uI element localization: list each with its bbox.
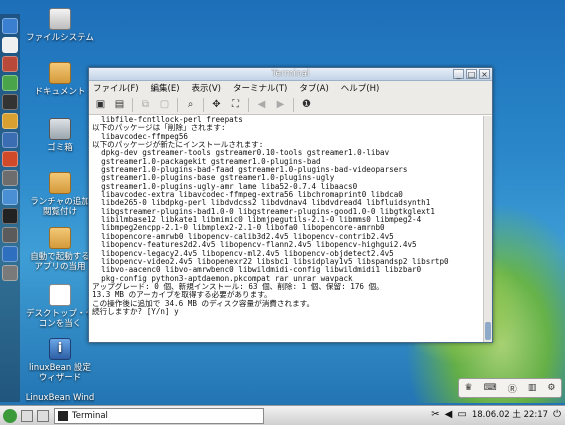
desktop-icon-label: デスクトップ・セ コンを当く xyxy=(25,309,94,329)
toolbar-separator xyxy=(177,97,178,112)
paint-icon[interactable] xyxy=(2,113,18,129)
settings-icon[interactable]: ⚙ xyxy=(547,383,555,393)
tools-icon[interactable]: ✂ xyxy=(431,409,439,420)
menu-help[interactable]: ヘルプ(H) xyxy=(341,82,380,94)
desktop-icon-launcher[interactable]: ランチャの追加 閲覧付け xyxy=(25,172,95,217)
ime-mode-icon[interactable]: ▥ xyxy=(528,383,537,393)
menu-tabs[interactable]: タブ(A) xyxy=(299,82,328,94)
left-dock xyxy=(0,14,20,402)
new-window-icon[interactable]: ▤ xyxy=(113,98,126,111)
previous-tab-icon[interactable]: ◀ xyxy=(255,98,268,111)
window-title: Terminal xyxy=(271,69,310,79)
input-method-icon[interactable]: Ⓡ xyxy=(508,382,517,395)
app-icon[interactable] xyxy=(2,75,18,91)
keyboard-icon[interactable]: ⌨ xyxy=(484,383,497,393)
terminal-icon[interactable] xyxy=(2,208,18,224)
desktop-icon-window[interactable]: LinuxBean Wind xyxy=(25,393,95,403)
menu-view[interactable]: 表示(V) xyxy=(192,82,221,94)
terminal-line: 続行しますか? [Y/n] y xyxy=(92,306,179,316)
toolbar-separator xyxy=(248,97,249,112)
desktop-icon-documents[interactable]: ドキュメント xyxy=(25,62,95,97)
toolbar: ▣ ▤ ⧉ ▢ ⌕ ✥ ⛶ ◀ ▶ ❶ xyxy=(89,95,492,115)
toolbar-separator xyxy=(293,97,294,112)
terminal-output[interactable]: libfile-fcntllock-perl freepats 以下のパッケージは… xyxy=(89,116,483,342)
media-icon[interactable] xyxy=(2,94,18,110)
system-tray: ✂ ◀ ▭ 18.06.02 土 22:17 ⏻ xyxy=(431,408,561,421)
logout-icon[interactable]: ⏻ xyxy=(553,409,561,420)
start-menu-icon[interactable] xyxy=(3,408,17,423)
desktop-icon-wizard[interactable]: i linuxBean 設定 ウィザード xyxy=(25,338,95,383)
document-icon[interactable] xyxy=(2,37,18,53)
taskbar-item-terminal[interactable]: Terminal xyxy=(54,407,264,424)
tray-applet-box: ♛ ⌨ Ⓡ ▥ ⚙ xyxy=(458,378,562,398)
folder-icon xyxy=(49,172,71,194)
window-list-icon[interactable] xyxy=(37,409,49,422)
taskbar: Terminal ✂ ◀ ▭ 18.06.02 土 22:17 ⏻ xyxy=(0,405,565,425)
menu-terminal[interactable]: ターミナル(T) xyxy=(233,82,287,94)
fullscreen-icon[interactable]: ⛶ xyxy=(229,98,242,111)
desktop-icon-desktop-settings[interactable]: デスクトップ・セ コンを当く xyxy=(25,284,95,329)
next-tab-icon[interactable]: ▶ xyxy=(274,98,287,111)
preferences-icon[interactable]: ✥ xyxy=(210,98,223,111)
printer-icon[interactable] xyxy=(2,265,18,281)
drive-icon xyxy=(49,8,71,30)
desktop-icon-autostart[interactable]: 自動で起動する アプリの当用 xyxy=(25,227,95,272)
paste-icon[interactable]: ▢ xyxy=(158,98,171,111)
system-icon[interactable] xyxy=(2,227,18,243)
pen-icon[interactable] xyxy=(2,56,18,72)
search-icon[interactable]: ⌕ xyxy=(184,98,197,111)
desktop-icon-label: LinuxBean Wind xyxy=(25,393,95,403)
globe-icon[interactable] xyxy=(2,18,18,34)
browser-icon[interactable] xyxy=(2,132,18,148)
menu-edit[interactable]: 編集(E) xyxy=(151,82,180,94)
terminal-scrollbar[interactable] xyxy=(483,116,492,342)
clock[interactable]: 18.06.02 土 22:17 xyxy=(472,408,548,420)
minimize-icon[interactable]: _ xyxy=(453,69,464,79)
help-icon[interactable]: ❶ xyxy=(300,98,313,111)
new-tab-icon[interactable]: ▣ xyxy=(94,98,107,111)
desktop-icon-label: ランチャの追加 閲覧付け xyxy=(30,197,90,217)
scrollbar-thumb[interactable] xyxy=(485,322,491,340)
folder-icon xyxy=(49,227,71,249)
folder-icon xyxy=(49,62,71,84)
desktop-icon-trash[interactable]: ゴミ箱 xyxy=(25,118,95,153)
network-icon[interactable] xyxy=(2,189,18,205)
close-icon[interactable]: × xyxy=(479,69,490,79)
desktop-icon-label: ドキュメント xyxy=(34,87,86,97)
copy-icon[interactable]: ⧉ xyxy=(139,98,152,111)
desktop-icon-label: ファイルシステム xyxy=(26,33,94,43)
trash-icon xyxy=(49,118,71,140)
show-desktop-icon[interactable] xyxy=(21,409,33,422)
desktop-icon-label: linuxBean 設定 ウィザード xyxy=(29,363,91,383)
desktop-icon-label: ゴミ箱 xyxy=(47,143,73,153)
terminal-icon xyxy=(58,410,68,421)
gear-icon[interactable] xyxy=(2,170,18,186)
terminal-window[interactable]: Terminal _ □ × ファイル(F) 編集(E) 表示(V) ターミナル… xyxy=(88,67,493,343)
crown-icon[interactable]: ♛ xyxy=(465,383,473,393)
menu-file[interactable]: ファイル(F) xyxy=(93,82,139,94)
window-titlebar[interactable]: Terminal _ □ × xyxy=(89,68,492,81)
document-icon xyxy=(49,284,71,306)
maximize-icon[interactable]: □ xyxy=(466,69,477,79)
monitor-icon[interactable] xyxy=(2,246,18,262)
volume-icon[interactable]: ◀ xyxy=(445,409,453,420)
desktop-icon-filesystem[interactable]: ファイルシステム xyxy=(25,8,95,43)
battery-icon[interactable]: ▭ xyxy=(457,409,466,420)
menubar: ファイル(F) 編集(E) 表示(V) ターミナル(T) タブ(A) ヘルプ(H… xyxy=(89,81,492,95)
toolbar-separator xyxy=(203,97,204,112)
info-icon: i xyxy=(49,338,71,360)
toolbar-separator xyxy=(132,97,133,112)
mail-icon[interactable] xyxy=(2,151,18,167)
taskbar-item-label: Terminal xyxy=(72,410,108,421)
desktop-icon-label: 自動で起動する アプリの当用 xyxy=(30,252,90,272)
